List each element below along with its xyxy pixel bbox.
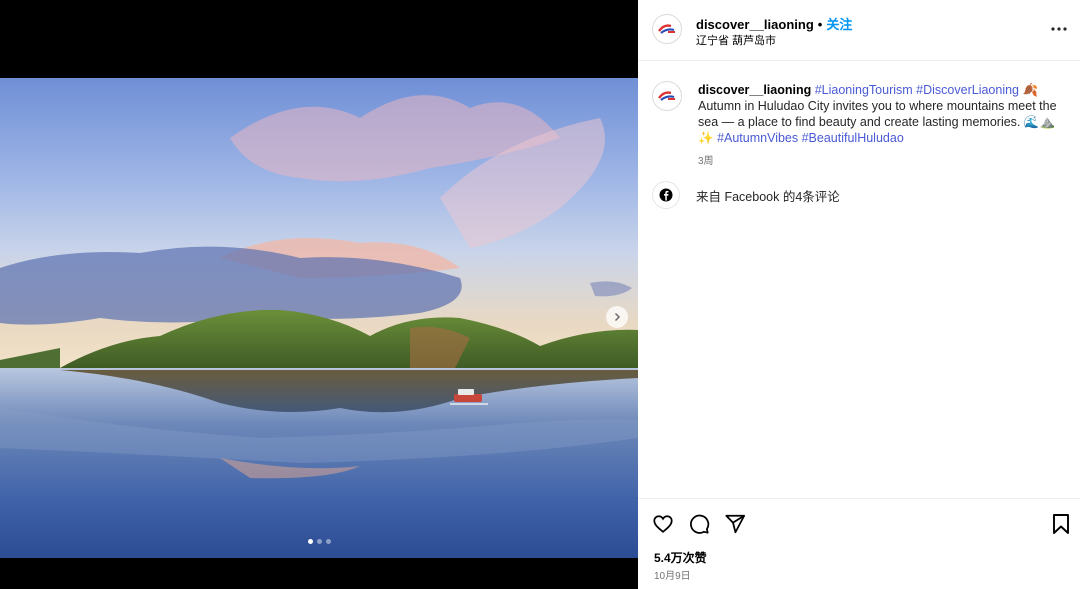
caption-time-ago: 3周 bbox=[698, 156, 714, 167]
wave-mountain-emoji-icon: 🌊⛰️ bbox=[1023, 115, 1056, 129]
profile-logo-icon bbox=[658, 24, 675, 34]
post-photo[interactable] bbox=[0, 78, 638, 558]
heart-icon bbox=[653, 515, 673, 533]
more-horizontal-icon bbox=[1051, 27, 1067, 31]
send-icon bbox=[725, 514, 746, 534]
leaf-emoji-icon: 🍂 bbox=[1022, 83, 1039, 97]
carousel-dot-3 bbox=[325, 539, 331, 544]
caption-hashtags-1[interactable]: #LiaoningTourism #DiscoverLiaoning bbox=[815, 83, 1019, 97]
more-options-button[interactable] bbox=[1050, 20, 1068, 38]
location-link[interactable]: 辽宁省 葫芦岛市 bbox=[696, 32, 776, 48]
post-caption: discover__liaoning #LiaoningTourism #Dis… bbox=[698, 82, 1066, 146]
caption-avatar[interactable] bbox=[652, 81, 682, 111]
post-media bbox=[0, 0, 638, 589]
carousel-dot-1 bbox=[307, 539, 313, 544]
post-panel: discover__liaoning • 关注 辽宁省 葫芦岛市 discover_… bbox=[638, 0, 1080, 589]
save-button[interactable] bbox=[1050, 513, 1072, 535]
post-date: 10月9日 bbox=[654, 571, 691, 582]
chevron-right-icon bbox=[614, 312, 621, 322]
landscape-photo bbox=[0, 78, 638, 558]
comment-button[interactable] bbox=[688, 513, 710, 535]
header-username[interactable]: discover__liaoning bbox=[696, 17, 814, 32]
facebook-logo-icon bbox=[659, 188, 673, 202]
facebook-comments-row[interactable]: 来自 Facebook 的4条评论 bbox=[652, 181, 840, 209]
facebook-icon bbox=[652, 181, 680, 209]
next-slide-button[interactable] bbox=[606, 306, 628, 328]
carousel-dots bbox=[0, 539, 638, 544]
avatar[interactable] bbox=[652, 14, 682, 44]
caption-hashtags-2[interactable]: #AutumnVibes #BeautifulHuludao bbox=[717, 131, 904, 145]
caption-username[interactable]: discover__liaoning bbox=[698, 83, 811, 97]
facebook-comments-link[interactable]: 来自 Facebook 的4条评论 bbox=[696, 186, 840, 205]
carousel-dot-2 bbox=[316, 539, 322, 544]
caption-text: Autumn in Huludao City invites you to wh… bbox=[698, 99, 1057, 129]
post-actions: 5.4万次赞 10月9日 bbox=[638, 498, 1080, 589]
follow-button[interactable]: 关注 bbox=[826, 17, 852, 32]
post-header: discover__liaoning • 关注 辽宁省 葫芦岛市 bbox=[638, 0, 1080, 61]
bookmark-icon bbox=[1053, 514, 1069, 534]
like-count[interactable]: 5.4万次赞 bbox=[654, 549, 707, 566]
header-separator: • bbox=[817, 17, 823, 32]
profile-logo-icon bbox=[658, 91, 675, 101]
comment-icon bbox=[690, 514, 710, 534]
sparkle-emoji-icon: ✨ bbox=[698, 131, 714, 145]
like-button[interactable] bbox=[652, 513, 674, 535]
header-user-line: discover__liaoning • 关注 bbox=[696, 14, 852, 33]
share-button[interactable] bbox=[724, 513, 746, 535]
